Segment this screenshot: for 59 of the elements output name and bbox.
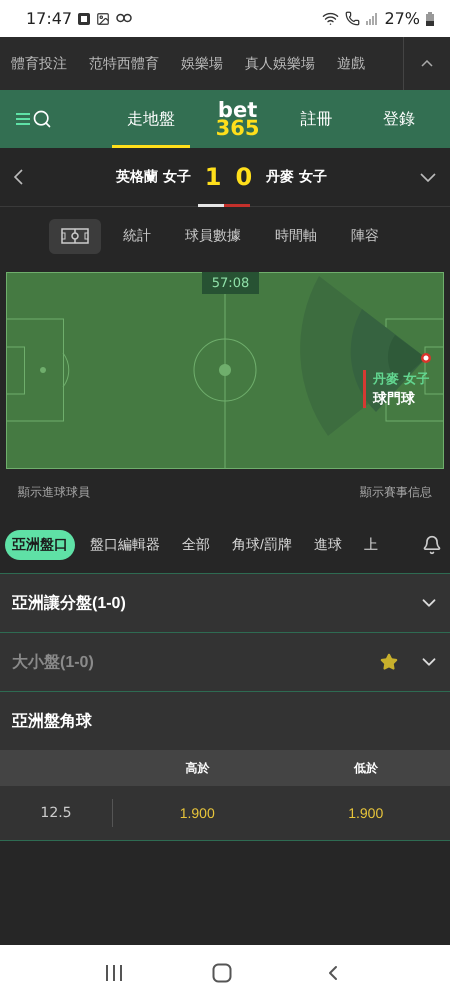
- battery-icon: [426, 12, 434, 26]
- market-tab[interactable]: 角球/罰牌: [225, 530, 299, 560]
- expand-button[interactable]: [420, 172, 436, 182]
- team-name: 英格蘭 女子: [116, 168, 191, 186]
- top-nav-item[interactable]: 遊戲: [337, 54, 365, 72]
- chevron-down-icon: [420, 172, 436, 182]
- back-button[interactable]: [14, 169, 23, 185]
- logo[interactable]: bet 365: [190, 90, 286, 148]
- notification-icon: [78, 12, 90, 24]
- pitch-view-tab[interactable]: [49, 218, 101, 254]
- market-tab[interactable]: 盤口編輯器: [83, 530, 167, 560]
- market-title: 亞洲盤角球: [12, 712, 93, 732]
- market-tab[interactable]: 亞洲盤口: [5, 530, 75, 560]
- market-tab[interactable]: 進球: [306, 530, 349, 560]
- recent-apps-icon[interactable]: [104, 964, 123, 982]
- image-icon: [96, 12, 110, 26]
- line-cell: 12.5: [0, 799, 113, 827]
- event-team: 丹麥 女子: [373, 371, 430, 388]
- glasses-icon: [116, 12, 132, 24]
- column-header: 低於: [352, 760, 379, 776]
- phone-icon: [345, 11, 360, 26]
- bell-icon[interactable]: [422, 534, 442, 554]
- home-icon[interactable]: [212, 962, 232, 982]
- team-name: 丹麥 女子: [266, 168, 328, 186]
- market-title: 大小盤(1-0): [12, 652, 95, 672]
- market-tab[interactable]: 上: [356, 530, 385, 560]
- pitch-icon: [61, 228, 89, 244]
- top-nav-item[interactable]: 范特西體育: [89, 54, 159, 72]
- column-header: 高於: [184, 760, 210, 776]
- top-nav-item[interactable]: 真人娛樂場: [245, 54, 315, 72]
- match-tab[interactable]: 統計: [111, 218, 163, 254]
- odds-button[interactable]: 1.900: [282, 786, 450, 840]
- score: 1: [204, 163, 222, 191]
- signal-icon: [366, 12, 378, 24]
- wifi-icon: [322, 10, 340, 27]
- match-tab[interactable]: 時間軸: [263, 218, 329, 254]
- menu-icon: [16, 113, 30, 125]
- chevron-up-icon: [421, 60, 433, 67]
- top-nav-item[interactable]: 娛樂場: [181, 54, 223, 72]
- chevron-left-icon: [14, 169, 23, 185]
- pitch-link[interactable]: 顯示賽事信息: [360, 484, 432, 514]
- market-header[interactable]: 亞洲盤角球: [0, 692, 450, 750]
- market-title: 亞洲讓分盤(1-0): [12, 593, 127, 614]
- clock-time: 17:47: [26, 9, 72, 28]
- battery-percent: 27%: [384, 9, 420, 28]
- header-tab[interactable]: 走地盤: [112, 90, 190, 148]
- pitch-link[interactable]: 顯示進球球員: [18, 484, 90, 514]
- header-tab[interactable]: 登錄: [348, 90, 450, 148]
- match-tab[interactable]: 陣容: [339, 218, 391, 254]
- header-tab[interactable]: 註冊: [286, 90, 348, 148]
- market-header[interactable]: 亞洲讓分盤(1-0): [0, 574, 450, 632]
- match-clock: 57:08: [202, 272, 259, 294]
- event-type: 球門球: [373, 390, 416, 408]
- top-nav-item[interactable]: 體育投注: [11, 54, 67, 72]
- search-icon: [32, 109, 52, 129]
- odds-button[interactable]: 1.900: [113, 786, 282, 840]
- match-tab[interactable]: 球員數據: [173, 218, 253, 254]
- score: 0: [236, 163, 252, 191]
- market-tab[interactable]: 全部: [175, 530, 217, 560]
